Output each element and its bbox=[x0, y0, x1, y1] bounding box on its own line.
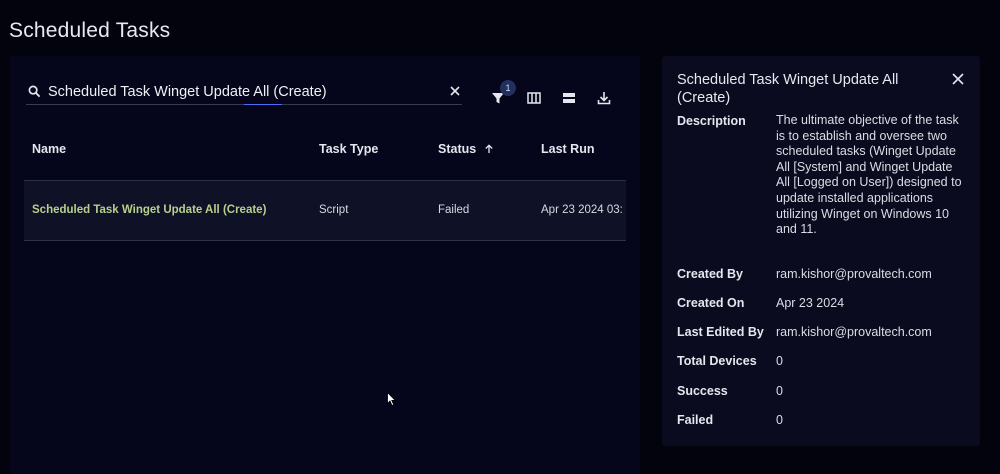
detail-title: Scheduled Task Winget Update All (Create… bbox=[677, 72, 899, 106]
description-label: Description bbox=[677, 114, 746, 128]
column-header-name[interactable]: Name bbox=[32, 142, 66, 156]
task-name-cell[interactable]: Scheduled Task Winget Update All (Create… bbox=[32, 204, 266, 216]
search-input[interactable] bbox=[46, 81, 450, 103]
success-value: 0 bbox=[776, 384, 783, 398]
density-icon[interactable] bbox=[561, 90, 577, 106]
search-bar[interactable] bbox=[26, 78, 462, 105]
clear-icon[interactable] bbox=[448, 84, 462, 98]
filter-count-badge: 1 bbox=[500, 80, 516, 96]
close-icon[interactable] bbox=[952, 73, 964, 85]
last-run-cell: Apr 23 2024 03: bbox=[541, 204, 623, 216]
columns-icon[interactable] bbox=[526, 90, 542, 106]
sort-up-icon bbox=[485, 144, 493, 153]
search-focus-underline bbox=[244, 104, 282, 105]
created-on-value: Apr 23 2024 bbox=[776, 296, 845, 310]
created-on-label: Created On bbox=[677, 296, 745, 310]
column-header-task-type[interactable]: Task Type bbox=[319, 142, 378, 156]
description-value: The ultimate objective of the task is to… bbox=[776, 113, 962, 237]
mouse-cursor-icon bbox=[387, 392, 397, 407]
detail-panel: Scheduled Task Winget Update All (Create… bbox=[662, 56, 980, 446]
created-by-label: Created By bbox=[677, 267, 743, 281]
column-header-last-run[interactable]: Last Run bbox=[541, 142, 594, 156]
status-cell: Failed bbox=[438, 204, 470, 216]
last-edited-by-label: Last Edited By bbox=[677, 325, 764, 339]
failed-label: Failed bbox=[677, 413, 714, 427]
download-icon[interactable] bbox=[596, 90, 612, 106]
table-row[interactable]: Scheduled Task Winget Update All (Create… bbox=[24, 180, 626, 241]
tasks-panel: 1 Name Task Type Status Last Run Schedul… bbox=[10, 56, 640, 474]
search-icon bbox=[28, 85, 41, 98]
success-label: Success bbox=[677, 384, 728, 398]
page-title: Scheduled Tasks bbox=[9, 19, 171, 42]
column-header-status-label: Status bbox=[438, 142, 477, 156]
created-by-value: ram.kishor@provaltech.com bbox=[776, 267, 932, 281]
failed-value: 0 bbox=[776, 413, 783, 427]
task-type-cell: Script bbox=[319, 204, 349, 216]
total-devices-value: 0 bbox=[776, 354, 783, 368]
total-devices-label: Total Devices bbox=[677, 354, 757, 368]
last-edited-by-value: ram.kishor@provaltech.com bbox=[776, 325, 932, 339]
column-header-status[interactable]: Status bbox=[438, 142, 494, 156]
